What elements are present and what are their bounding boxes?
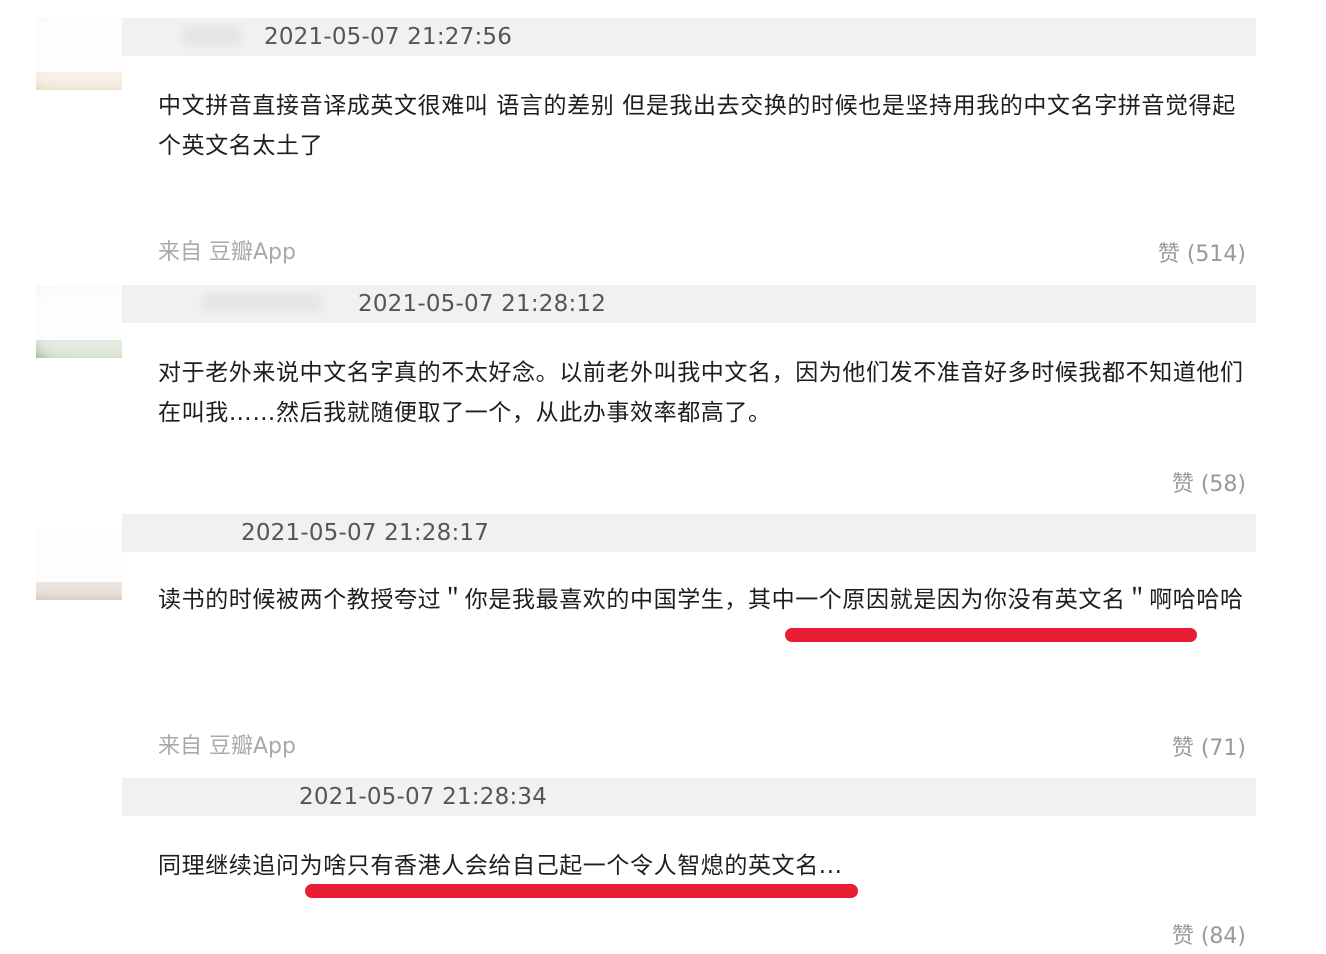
like-button[interactable]: 赞 (514) [1158, 236, 1246, 268]
comment-meta-bar: 2021-05-07 21:28:34 [122, 778, 1256, 816]
username-redacted [202, 293, 322, 313]
red-underline-highlight [785, 628, 1197, 642]
comment-item: 2021-05-07 21:28:34 同理继续追问为啥只有香港人会给自己起一个… [0, 772, 1326, 954]
comment-timestamp: 2021-05-07 21:28:34 [299, 784, 548, 810]
comment-meta-bar: 2021-05-07 21:28:12 [122, 285, 1256, 323]
comment-text: 对于老外来说中文名字真的不太好念。以前老外叫我中文名，因为他们发不准音好多时候我… [158, 360, 1244, 426]
like-button[interactable]: 赞 (58) [1172, 466, 1246, 498]
like-button[interactable]: 赞 (84) [1172, 918, 1246, 950]
red-underline-highlight [305, 884, 858, 898]
comment-text: 读书的时候被两个教授夸过＂你是我最喜欢的中国学生，其中一个原因就是因为你没有英文… [158, 587, 1244, 613]
comment-text: 中文拼音直接音译成英文很难叫 语言的差别 但是我出去交换的时候也是坚持用我的中文… [158, 93, 1236, 159]
comment-timestamp: 2021-05-07 21:28:17 [241, 520, 490, 546]
comment-source: 来自 豆瓣App [158, 240, 296, 265]
comment-text: 同理继续追问为啥只有香港人会给自己起一个令人智熄的英文名... [158, 853, 843, 879]
comment-timestamp: 2021-05-07 21:28:12 [358, 291, 607, 317]
comment-item: 2021-05-07 21:27:56 中文拼音直接音译成英文很难叫 语言的差别… [0, 0, 1326, 270]
comment-item: 2021-05-07 21:28:17 读书的时候被两个教授夸过＂你是我最喜欢的… [0, 510, 1326, 772]
like-button[interactable]: 赞 (71) [1172, 730, 1246, 762]
comment-meta-bar: 2021-05-07 21:27:56 [122, 18, 1256, 56]
comment-source: 来自 豆瓣App [158, 734, 296, 759]
comment-item: 2021-05-07 21:28:12 对于老外来说中文名字真的不太好念。以前老… [0, 270, 1326, 510]
username-redacted [182, 26, 242, 46]
comment-timestamp: 2021-05-07 21:27:56 [264, 24, 513, 50]
comment-meta-bar: 2021-05-07 21:28:17 [122, 514, 1256, 552]
